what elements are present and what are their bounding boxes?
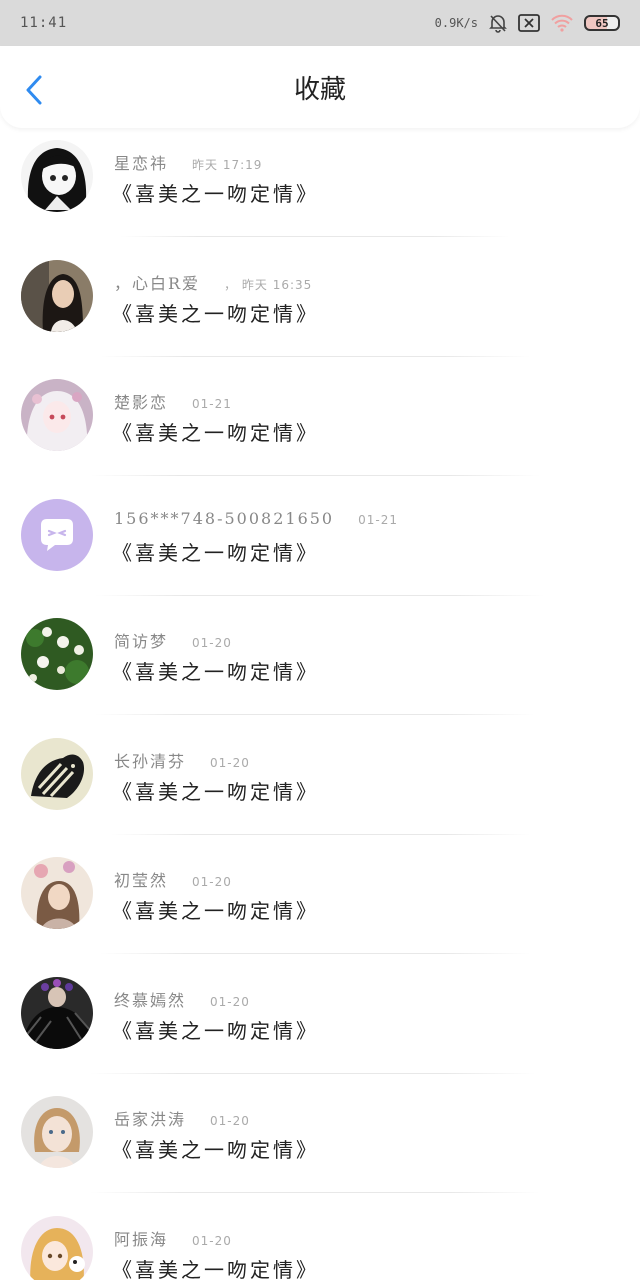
avatar[interactable] [21,976,93,1049]
list-item[interactable]: 156***748-500821650 01-21 《喜美之一吻定情》 [0,487,640,607]
timestamp: 昨天 17:19 [192,158,263,172]
favorites-list: 星恋祎 昨天 17:19 《喜美之一吻定情》 ，心白R爱 ， 昨天 16:35 … [0,128,640,1280]
sim-x-icon [518,14,540,32]
author-name: 岳家洪涛 [114,1110,187,1129]
divider [90,475,540,476]
avatar[interactable] [21,737,93,810]
meta-line: 楚影恋 01-21 [114,389,232,413]
avatar[interactable] [21,618,93,690]
meta-line: 长孙清芬 01-20 [114,748,250,772]
timestamp: 01-20 [210,755,250,770]
meta-line: 星恋祎 昨天 17:19 [114,150,262,174]
meta-line: 岳家洪涛 01-20 [114,1106,250,1130]
divider [100,355,530,357]
item-title: 《喜美之一吻定情》 [112,540,319,565]
timestamp: 01-20 [210,994,250,1009]
divider [90,1192,540,1193]
item-title: 《喜美之一吻定情》 [112,421,319,445]
timestamp: 01-20 [192,875,232,889]
list-item[interactable]: 阿振海 01-20 《喜美之一吻定情》 [0,1204,640,1280]
chevron-left-icon [26,75,42,105]
timestamp: 01-21 [358,512,398,527]
timestamp: 01-20 [192,1233,232,1248]
wifi-icon [550,14,574,32]
item-title: 《喜美之一吻定情》 [112,182,319,206]
list-item[interactable]: 岳家洪涛 01-20 《喜美之一吻定情》 [0,1084,640,1204]
author-name: ，心白R爱 [114,273,201,293]
item-title: 《喜美之一吻定情》 [112,1018,319,1043]
list-item[interactable]: ，心白R爱 ， 昨天 16:35 《喜美之一吻定情》 [0,248,640,368]
avatar[interactable] [21,140,93,212]
divider [110,833,530,835]
network-speed: 0.9K/s [434,16,478,30]
meta-line: 简访梦 01-20 [114,628,232,652]
item-title: 《喜美之一吻定情》 [112,660,319,684]
avatar[interactable] [21,1215,93,1280]
meta-line: 156***748-500821650 01-21 [114,509,398,528]
author-name: 星恋祎 [114,154,169,173]
page-title: 收藏 [293,74,346,105]
divider [100,953,530,954]
item-title: 《喜美之一吻定情》 [112,1138,319,1162]
status-bar: 11:41 0.9K/s 65 [0,0,640,46]
avatar[interactable] [21,498,93,571]
author-name: 终慕嫣然 [114,990,187,1010]
author-name: 初莹然 [114,871,169,890]
avatar[interactable] [21,857,93,929]
list-item[interactable]: 楚影恋 01-21 《喜美之一吻定情》 [0,367,640,487]
timestamp: 01-20 [210,1114,250,1128]
item-title: 《喜美之一吻定情》 [112,301,319,326]
back-button[interactable] [18,72,50,108]
author-name: 156***748-500821650 [114,508,335,528]
meta-line: 初莹然 01-20 [114,867,232,891]
list-item[interactable]: 长孙清芬 01-20 《喜美之一吻定情》 [0,726,640,846]
list-item[interactable]: 初莹然 01-20 《喜美之一吻定情》 [0,845,640,965]
author-name: 长孙清芬 [114,751,187,771]
avatar[interactable] [21,1096,93,1168]
item-title: 《喜美之一吻定情》 [112,779,319,804]
item-title: 《喜美之一吻定情》 [112,899,319,923]
timestamp: ， 昨天 16:35 [224,277,313,292]
meta-line: ，心白R爱 ， 昨天 16:35 [114,270,312,294]
divider [95,594,545,596]
divider [90,1072,535,1074]
battery-icon: 65 [584,15,620,31]
author-name: 楚影恋 [114,393,169,412]
mute-bell-icon [488,13,508,33]
status-icons: 0.9K/s 65 [435,13,620,33]
meta-line: 终慕嫣然 01-20 [114,987,250,1011]
list-item[interactable]: 星恋祎 昨天 17:19 《喜美之一吻定情》 [0,128,640,248]
default-chat-icon [21,498,93,571]
divider [120,236,510,237]
item-title: 《喜美之一吻定情》 [112,1257,319,1280]
meta-line: 阿振海 01-20 [114,1226,232,1250]
avatar[interactable] [21,259,93,332]
nav-bar: 收藏 [0,46,640,128]
list-item[interactable]: 简访梦 01-20 《喜美之一吻定情》 [0,606,640,726]
list-item[interactable]: 终慕嫣然 01-20 《喜美之一吻定情》 [0,965,640,1085]
status-time: 11:41 [20,15,68,31]
author-name: 简访梦 [114,632,169,651]
divider [95,714,535,715]
timestamp: 01-20 [192,636,232,650]
timestamp: 01-21 [192,397,232,411]
avatar[interactable] [21,379,93,451]
author-name: 阿振海 [114,1229,169,1249]
